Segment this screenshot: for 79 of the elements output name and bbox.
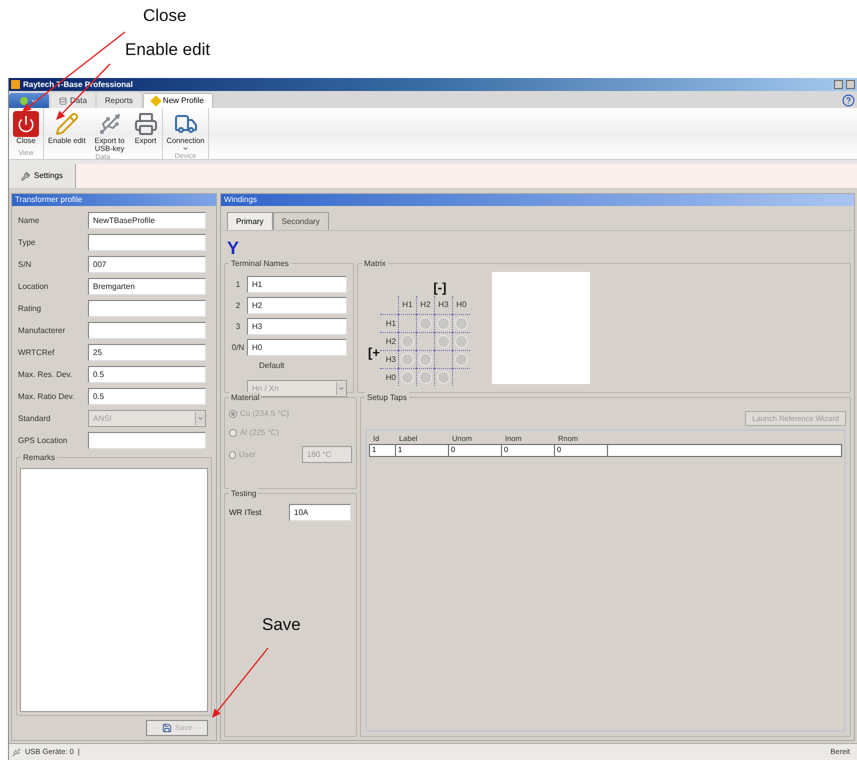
group-title: Setup Taps — [365, 392, 409, 404]
input-field[interactable] — [88, 432, 206, 449]
input-field[interactable]: NewTBaseProfile — [88, 212, 206, 229]
restore-button[interactable] — [846, 80, 855, 89]
field-label: Max. Res. Dev. — [18, 368, 74, 380]
radio-label: User — [238, 448, 257, 460]
app-logo-icon — [11, 80, 20, 89]
printer-icon — [134, 112, 158, 136]
input-field[interactable]: Bremgarten — [88, 278, 206, 295]
truck-icon — [174, 112, 198, 136]
group-title: Testing — [229, 488, 258, 500]
input-field[interactable] — [88, 300, 206, 317]
minimize-button[interactable] — [834, 80, 843, 89]
matrix-column-label: H2 — [416, 296, 434, 314]
winding-tab[interactable]: Secondary — [272, 212, 329, 230]
panel-header: Transformer profile — [12, 194, 216, 206]
field-label: WRTCRef — [18, 346, 56, 358]
wrench-icon — [21, 172, 30, 180]
field-label: Manufacterer — [18, 324, 66, 336]
radio-label: Al (225 °C) — [240, 427, 280, 439]
default-label: Default — [258, 360, 286, 372]
input-field[interactable]: H0 — [247, 339, 347, 356]
terminal-number: 2 — [234, 300, 242, 312]
app-menu-button[interactable] — [9, 93, 49, 108]
terminal-number: 1 — [234, 278, 242, 290]
app-icon — [20, 96, 28, 104]
field-label: Standard — [18, 412, 52, 424]
matrix-column-label: H1 — [398, 296, 416, 314]
radio-button[interactable] — [229, 410, 237, 418]
radio-label: Cu (234,5 °C) — [240, 408, 289, 420]
field-label: Name — [18, 214, 40, 226]
arrow — [212, 648, 268, 718]
usb-icon — [12, 748, 21, 756]
field-label: GPS Location — [18, 434, 68, 446]
input-field[interactable]: 0.5 — [88, 366, 206, 383]
winding-symbol: Y — [226, 237, 240, 260]
input-field[interactable]: H1 — [247, 276, 347, 293]
winding-tab[interactable]: Primary — [227, 212, 273, 230]
input-field[interactable]: H2 — [247, 297, 347, 314]
input-field[interactable] — [88, 322, 206, 339]
usb-drive-icon — [98, 112, 122, 136]
power-icon — [13, 111, 39, 137]
ribbon-tab[interactable]: New Profile — [142, 93, 213, 108]
terminal-number: 0/N — [230, 342, 246, 354]
input-field[interactable]: H3 — [247, 318, 347, 335]
terminal-number: 3 — [234, 320, 242, 332]
field-label: S/N — [18, 258, 32, 270]
callout-label: Save — [262, 615, 301, 635]
database-icon — [59, 96, 67, 104]
input-field[interactable]: 007 — [88, 256, 206, 273]
input-field[interactable]: 10A — [289, 504, 351, 521]
matrix-row-label: H2 — [380, 332, 398, 350]
radio-button[interactable] — [229, 429, 237, 437]
dropdown-icon — [338, 385, 345, 392]
radio-button[interactable] — [229, 450, 236, 458]
minus-bracket: [-] — [433, 280, 446, 296]
input-field[interactable]: 25 — [88, 344, 206, 361]
ribbon-tab[interactable]: Reports — [96, 93, 141, 108]
dropdown-icon — [197, 415, 204, 422]
matrix-column-label: H0 — [452, 296, 470, 314]
field-label: Location — [18, 280, 50, 292]
field-label: Type — [18, 236, 36, 248]
dropdown-icon — [182, 145, 189, 152]
document-tab[interactable]: Settings — [9, 164, 76, 188]
panel-header: Windings — [221, 194, 854, 206]
plus-bracket: [+ — [368, 344, 380, 362]
field-label: Max. Ratio Dev. — [18, 390, 76, 402]
input-field[interactable] — [88, 234, 206, 251]
matrix-column-label: H3 — [434, 296, 452, 314]
callout-label: Close — [143, 6, 186, 26]
input-field[interactable]: 0.5 — [88, 388, 206, 405]
callout-label: Enable edit — [125, 40, 210, 60]
matrix-row-label: H3 — [380, 350, 398, 368]
field-label: WR ITest — [229, 506, 262, 518]
help-icon[interactable] — [842, 94, 855, 107]
field-label: Rating — [18, 302, 42, 314]
pencil-icon — [54, 112, 79, 136]
matrix-row-label: H1 — [380, 314, 398, 332]
matrix-row-label: H0 — [380, 368, 398, 386]
